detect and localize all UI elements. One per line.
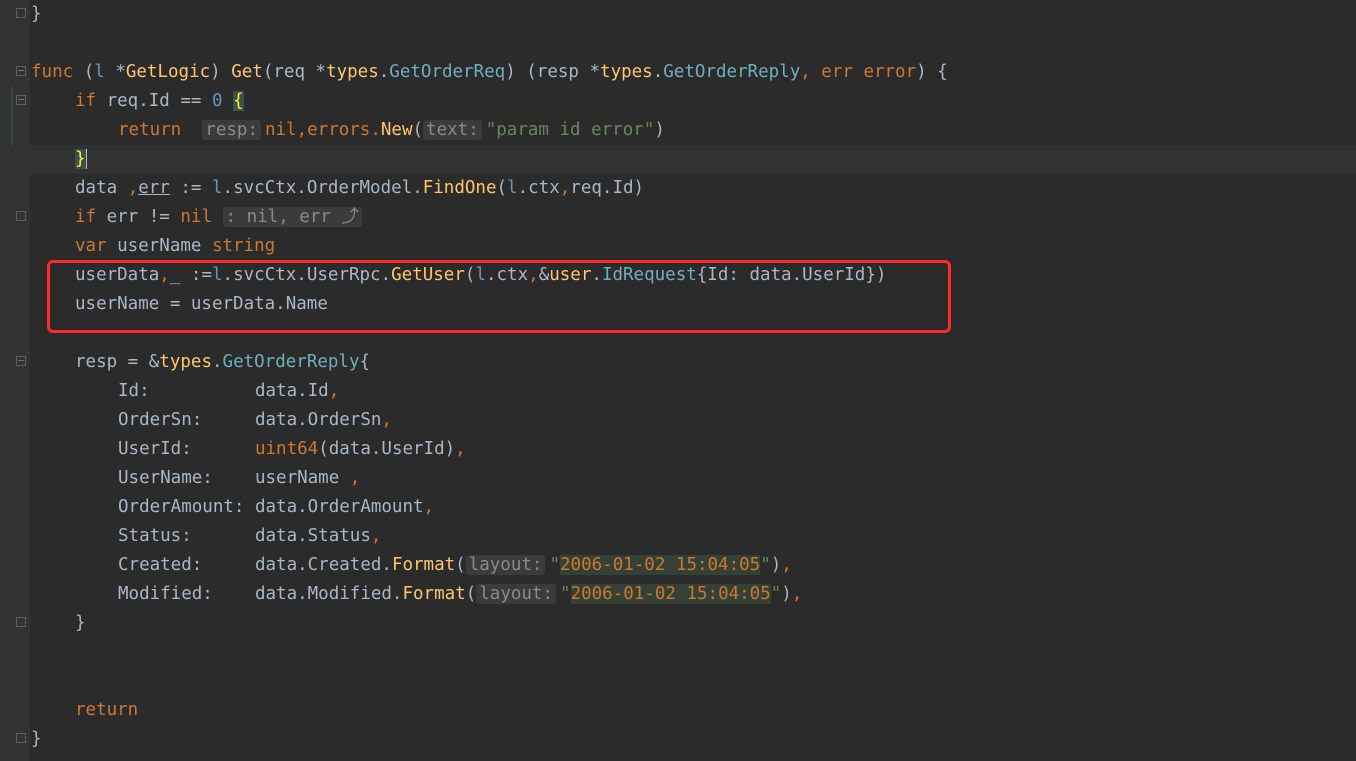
- code-line-field-modified: Modified: data.Modified.Format(layout: "2…: [118, 584, 803, 604]
- param-hint: text:: [423, 120, 482, 140]
- code-line-return-error: return resp: nil,errors.New(text: "param i…: [118, 120, 665, 140]
- text-cursor: [85, 149, 87, 169]
- highlight-annotation-box: [47, 260, 951, 333]
- fold-open-icon[interactable]: [16, 356, 26, 366]
- code-line-field-status: Status: data.Status,: [118, 526, 382, 546]
- code-line-var-username: var userName string: [75, 236, 276, 256]
- fold-plus-icon[interactable]: [16, 211, 26, 221]
- code-line-field-ordersn: OrderSn: data.OrderSn,: [118, 410, 392, 430]
- code-line-struct-close: }: [75, 613, 86, 633]
- code-line-1: }: [31, 4, 42, 24]
- code-line-if-err: if err != nil : nil, err ⤴: [75, 203, 366, 232]
- editor-gutter: [0, 0, 30, 761]
- fold-marker-icon[interactable]: [16, 733, 26, 743]
- fold-open-icon[interactable]: [16, 95, 26, 105]
- param-hint: layout:: [465, 555, 546, 575]
- fold-marker-icon[interactable]: [16, 617, 26, 627]
- folded-region[interactable]: : nil, err ⤴: [222, 207, 362, 227]
- code-line-if-req: if req.Id == 0 {: [75, 91, 244, 111]
- code-line-func-close: }: [31, 729, 42, 749]
- code-line-resp-assign: resp = &types.GetOrderReply{: [75, 352, 371, 372]
- code-line-field-created: Created: data.Created.Format(layout: "200…: [118, 555, 792, 575]
- param-hint: layout:: [476, 584, 557, 604]
- fold-open-icon[interactable]: [16, 66, 26, 76]
- param-hint: resp:: [202, 120, 261, 140]
- code-line-func-signature: func (l *GetLogic) Get(req *types.GetOrd…: [31, 62, 948, 82]
- code-line-findone: data ,err := l.svcCtx.OrderModel.FindOne…: [75, 178, 645, 198]
- code-line-current: }: [0, 145, 1356, 174]
- fold-marker-icon[interactable]: [16, 8, 26, 18]
- code-line-return: return: [75, 700, 139, 720]
- code-line-field-id: Id: data.Id,: [118, 381, 340, 401]
- code-line-field-userid: UserId: uint64(data.UserId),: [118, 439, 466, 459]
- code-line-field-username: UserName: userName ,: [118, 468, 361, 488]
- code-line-field-orderamount: OrderAmount: data.OrderAmount,: [118, 497, 435, 517]
